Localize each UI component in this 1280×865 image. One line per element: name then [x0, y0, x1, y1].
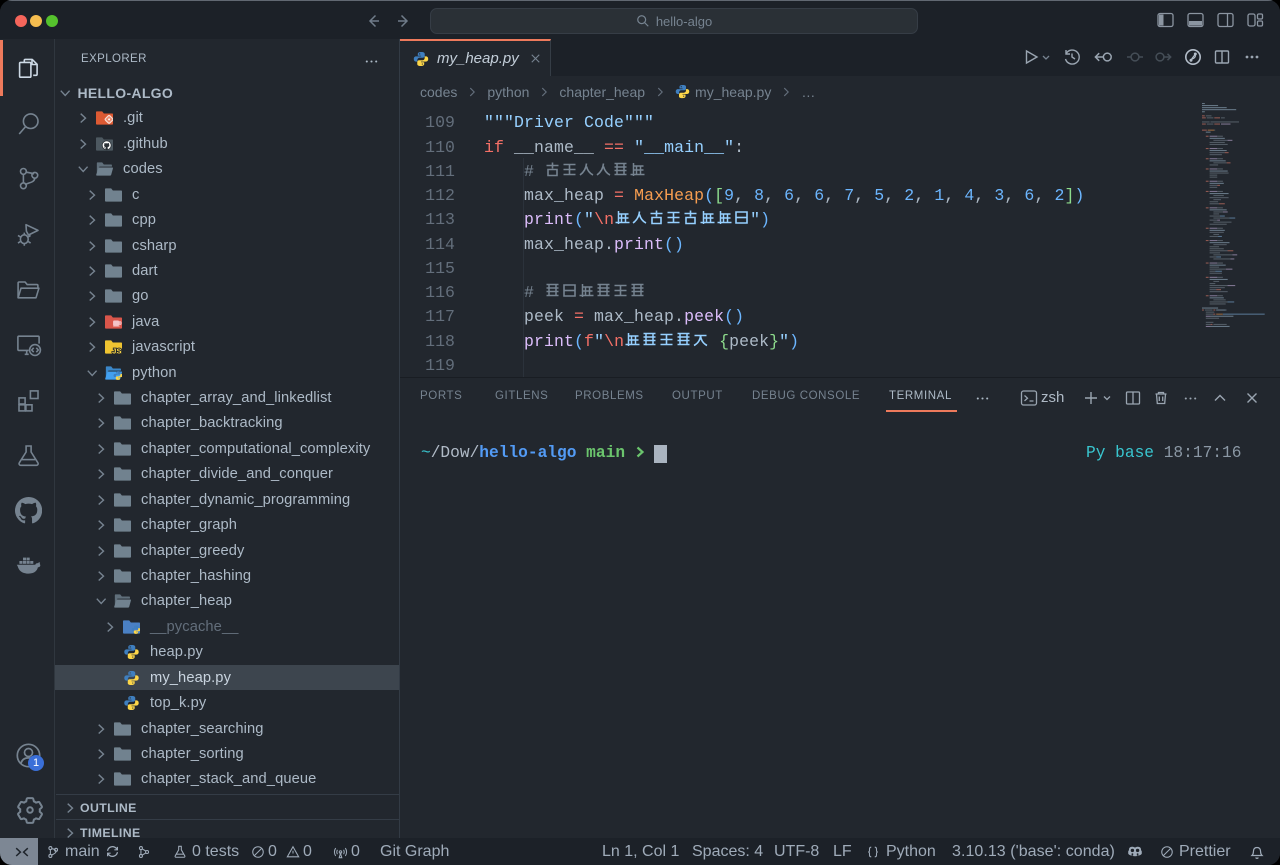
svg-text:JS: JS: [112, 347, 122, 355]
